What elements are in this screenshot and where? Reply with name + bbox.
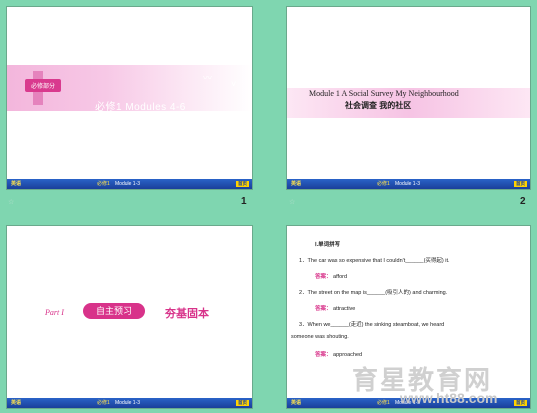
page-number: 2 — [520, 196, 526, 207]
slide-footer: 英语 必修1 Module 1-3 首页 — [287, 179, 530, 189]
preview-button[interactable]: 自主预习 — [83, 303, 145, 319]
watermark-url: www.ht88.com — [400, 390, 498, 406]
answer-text: approached — [333, 352, 363, 358]
transition-star-icon: ☆ — [289, 199, 296, 206]
slide-thumbnail-1[interactable]: 必修部分 必修1 Modules 4-6 〰 ˅ 英语 必修1 Module 1… — [6, 6, 253, 190]
answer-2: 答案： attractive — [315, 304, 355, 312]
answer-label: 答案： — [315, 352, 332, 358]
bird-icon: 〰 — [203, 73, 213, 83]
bird-icon: ˅ — [231, 79, 237, 89]
exercise-heading: Ⅰ.单词拼写 — [315, 242, 341, 248]
answer-label: 答案： — [315, 274, 332, 280]
footer-subject: 英语 — [291, 400, 302, 406]
slide-title: 必修1 Modules 4-6 — [95, 102, 186, 113]
module-title: Module 1 A Social Survey My Neighbourhoo… — [309, 89, 459, 98]
footer-subject: 英语 — [291, 181, 302, 187]
question-3: 3．When we______(走近) the sinking steamboa… — [299, 322, 445, 328]
footer-book: 必修1 — [97, 181, 110, 187]
home-button[interactable]: 首页 — [514, 181, 527, 187]
footer-subject: 英语 — [11, 400, 22, 406]
answer-1: 答案： afford — [315, 272, 347, 280]
footer-book: 必修1 — [97, 400, 110, 406]
section-badge: 必修部分 — [25, 79, 62, 92]
slide-thumbnail-3[interactable]: Part I 自主预习 夯基固本 英语 必修1 Module 1-3 首页 — [6, 225, 253, 409]
home-button[interactable]: 首页 — [514, 400, 527, 406]
footer-book: 必修1 — [377, 400, 390, 406]
page-number: 1 — [241, 196, 247, 207]
home-button[interactable]: 首页 — [236, 400, 249, 406]
slide-thumbnail-2[interactable]: Module 1 A Social Survey My Neighbourhoo… — [286, 6, 531, 190]
footer-subject: 英语 — [11, 181, 22, 187]
question-1: 1．The car was so expensive that I couldn… — [299, 258, 450, 264]
footer-module: Module 1-3 — [115, 181, 141, 187]
question-3-continued: someone was shouting. — [291, 334, 349, 340]
question-2: 2．The street on the map is______(吸引人的) a… — [299, 290, 448, 296]
module-subtitle: 社会调查 我的社区 — [345, 101, 412, 110]
part-script-label: Part I — [45, 308, 64, 317]
slide-footer: 英语 必修1 Module 1-3 首页 — [7, 398, 252, 408]
home-button[interactable]: 首页 — [236, 181, 249, 187]
footer-module: Module 1-3 — [115, 400, 141, 406]
answer-label: 答案： — [315, 306, 332, 312]
answer-text: afford — [333, 274, 348, 280]
answer-3: 答案： approached — [315, 350, 362, 358]
slide-footer: 英语 必修1 Module 1-3 首页 — [7, 179, 252, 189]
transition-star-icon: ☆ — [8, 199, 15, 206]
footer-book: 必修1 — [377, 181, 390, 187]
footer-module: Module 1-3 — [395, 181, 421, 187]
answer-text: attractive — [333, 306, 356, 312]
consolidate-label: 夯基固本 — [165, 308, 209, 320]
